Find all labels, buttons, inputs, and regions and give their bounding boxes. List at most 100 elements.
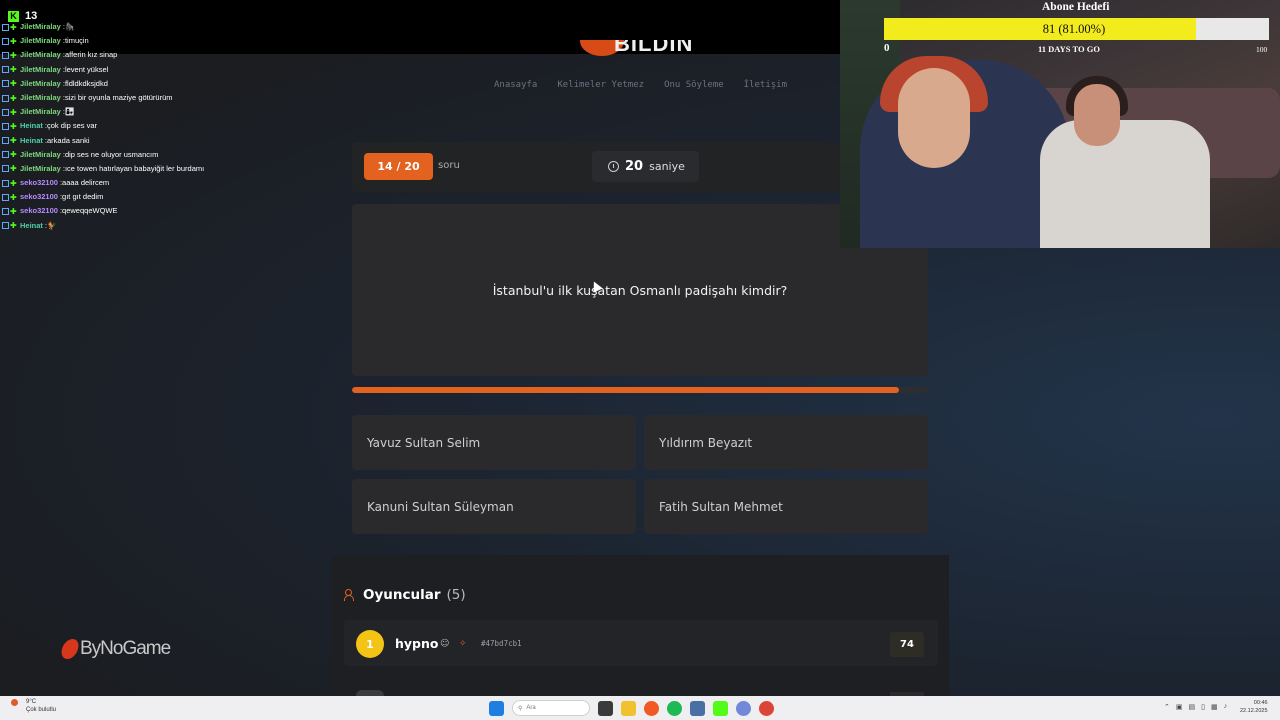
sub-badge-icon: ✚ bbox=[10, 178, 17, 188]
player-score: 74 bbox=[890, 632, 924, 657]
chat-username: JiletMiralay bbox=[20, 36, 61, 46]
verified-badge-icon bbox=[2, 193, 9, 201]
watermark-text: ByNoGame bbox=[80, 638, 171, 659]
chat-username: JiletMiralay bbox=[20, 163, 61, 173]
brave-browser-icon[interactable] bbox=[644, 700, 659, 716]
nav-kelimeler-yetmez[interactable]: Kelimeler Yetmez bbox=[557, 80, 644, 90]
sub-badge-icon: ✚ bbox=[10, 136, 17, 146]
chat-badges: ✚ bbox=[2, 36, 17, 46]
sub-badge-icon: ✚ bbox=[10, 150, 17, 160]
chat-username: seko32100 bbox=[20, 206, 58, 216]
sub-badge-icon: ✚ bbox=[10, 207, 17, 217]
bynogame-logo-icon bbox=[59, 639, 81, 659]
weather-widget[interactable]: 9°C Çok bulutlu bbox=[11, 698, 57, 714]
chat-text: arkada sanki bbox=[47, 135, 90, 145]
chat-text: 🦍 bbox=[64, 22, 75, 31]
taskbar-search[interactable]: ⚲ Ara bbox=[512, 700, 590, 716]
bynogame-watermark: ByNoGame bbox=[59, 638, 171, 660]
chat-message: ✚ seko32100: aaaa delircem bbox=[2, 176, 332, 190]
verified-badge-icon bbox=[2, 94, 9, 102]
chat-username: JiletMiralay bbox=[20, 78, 61, 88]
chat-badges: ✚ bbox=[2, 94, 17, 102]
question-text: İstanbul'u ilk kuşatan Osmanlı padişahı … bbox=[492, 282, 788, 298]
tray-chevron-icon[interactable]: ⌃ bbox=[1164, 703, 1170, 711]
chat-badges: ✚ bbox=[2, 207, 17, 217]
sub-badge-icon: ✚ bbox=[10, 107, 17, 117]
chat-message: ✚ Heinat: 🐓 bbox=[2, 219, 332, 233]
nav-home[interactable]: Anasayfa bbox=[494, 80, 537, 90]
chat-text: 👩‍👧 bbox=[64, 107, 75, 117]
chat-username: Heinat bbox=[20, 135, 43, 145]
weather-desc: Çok bulutlu bbox=[26, 707, 57, 713]
verified-badge-icon bbox=[2, 23, 9, 31]
chat-username: JiletMiralay bbox=[20, 22, 61, 31]
question-counter-suffix: soru bbox=[438, 160, 460, 171]
chat-username: JiletMiralay bbox=[20, 107, 61, 117]
sub-goal-title: Abone Hedefi bbox=[1042, 1, 1110, 13]
chat-text: qeweqqeWQWE bbox=[62, 206, 118, 216]
chat-username: Heinat bbox=[20, 121, 43, 131]
timer-value: 20 bbox=[625, 159, 644, 174]
chat-text: 🐓 bbox=[47, 220, 57, 230]
language-icon[interactable]: ▦ bbox=[1211, 703, 1218, 711]
chat-username: seko32100 bbox=[20, 178, 58, 188]
host-icon: ✧ bbox=[459, 639, 467, 649]
chat-message: ✚ seko32100: qeweqqeWQWE bbox=[2, 204, 332, 218]
nav-iletisim[interactable]: İletişim bbox=[744, 80, 787, 90]
answer-option-4[interactable]: Fatih Sultan Mehmet bbox=[644, 479, 928, 534]
system-tray: ⌃ ▣ ▤ ▯ ▦ ♪ bbox=[1164, 703, 1227, 711]
file-explorer-icon[interactable] bbox=[621, 700, 636, 716]
windows-taskbar: 9°C Çok bulutlu ⚲ Ara ⌃ ▣ ▤ ▯ ▦ ♪ 00:46 … bbox=[0, 696, 1280, 720]
kick-app-icon[interactable] bbox=[713, 700, 728, 716]
chat-message: ✚ JiletMiralay: dip ses ne oluyor usmancı… bbox=[2, 148, 332, 162]
sub-goal-max: 100 bbox=[1256, 45, 1268, 54]
guest-body bbox=[1040, 120, 1210, 248]
chat-message: ✚ JiletMiralay: ıce towen hatırlayan baba… bbox=[2, 162, 332, 176]
chat-username: JiletMiralay bbox=[20, 92, 61, 102]
spotify-icon[interactable] bbox=[667, 700, 682, 716]
time-progress-bar bbox=[352, 387, 928, 393]
search-placeholder: Ara bbox=[526, 705, 536, 711]
chat-badges: ✚ bbox=[2, 22, 17, 32]
battery-icon[interactable]: ▯ bbox=[1201, 703, 1205, 711]
chat-text: fldldkdksjdkd bbox=[64, 78, 108, 88]
taskbar-clock[interactable]: 00:46 22.12.2025 bbox=[1240, 699, 1268, 715]
window-icon[interactable] bbox=[690, 700, 705, 716]
verified-badge-icon bbox=[2, 165, 9, 173]
network-icon[interactable]: ▤ bbox=[1189, 703, 1196, 711]
chat-username: Heinat bbox=[20, 220, 43, 230]
answer-option-2[interactable]: Yıldırım Beyazıt bbox=[644, 415, 928, 470]
discord-icon[interactable] bbox=[736, 700, 751, 716]
verified-badge-icon bbox=[2, 80, 9, 88]
sub-badge-icon: ✚ bbox=[10, 79, 17, 89]
sub-goal-days-left: 11 DAYS TO GO bbox=[1038, 44, 1100, 54]
taskbar-date: 22.12.2025 bbox=[1240, 708, 1268, 714]
chat-badges: ✚ bbox=[2, 122, 17, 130]
taskbar-apps: ⚲ Ara bbox=[489, 700, 774, 716]
chat-text: aaaa delircem bbox=[62, 178, 110, 188]
volume-icon[interactable]: ♪ bbox=[1224, 703, 1228, 711]
chat-badges: ✚ bbox=[2, 193, 17, 201]
chrome-icon[interactable] bbox=[759, 700, 774, 716]
verified-badge-icon bbox=[2, 108, 9, 116]
tray-app-icon[interactable]: ▣ bbox=[1176, 703, 1183, 711]
sub-badge-icon: ✚ bbox=[10, 36, 17, 46]
guest-face bbox=[1074, 84, 1120, 146]
windows-start-icon[interactable] bbox=[489, 700, 504, 716]
sub-badge-icon: ✚ bbox=[10, 164, 17, 174]
site-logo[interactable]: BİLDİN bbox=[560, 40, 720, 66]
chat-badges: ✚ bbox=[2, 66, 17, 74]
sub-badge-icon: ✚ bbox=[10, 22, 17, 32]
player-name: hypno bbox=[395, 636, 439, 651]
task-view-icon[interactable] bbox=[598, 700, 613, 716]
players-heading: Oyuncular (5) bbox=[344, 587, 466, 603]
chat-text: gıt gıt dedim bbox=[62, 192, 104, 202]
chat-text: ıce towen hatırlayan babayiğit ler burda… bbox=[64, 163, 205, 173]
chat-message: ✚ JiletMiralay: fldldkdksjdkd bbox=[2, 77, 332, 91]
question-counter: 14 / 20 bbox=[364, 153, 433, 180]
answer-option-3[interactable]: Kanuni Sultan Süleyman bbox=[352, 479, 636, 534]
chat-badges: ✚ bbox=[2, 136, 17, 146]
answer-option-1[interactable]: Yavuz Sultan Selim bbox=[352, 415, 636, 470]
chat-badges: ✚ bbox=[2, 150, 17, 160]
nav-onu-soyleme[interactable]: Onu Söyleme bbox=[664, 80, 724, 90]
